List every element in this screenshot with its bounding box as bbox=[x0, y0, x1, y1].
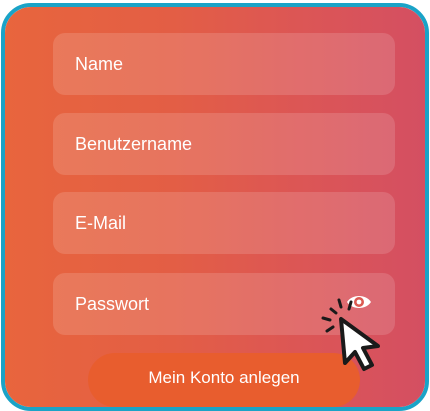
email-field[interactable]: E-Mail bbox=[53, 192, 395, 254]
eye-icon[interactable] bbox=[346, 292, 372, 312]
name-field-placeholder: Name bbox=[75, 53, 124, 74]
password-field-placeholder: Passwort bbox=[75, 293, 150, 314]
signup-card-frame: Name Benutzername E-Mail Passwort Mein K… bbox=[1, 3, 429, 411]
create-account-button[interactable]: Mein Konto anlegen bbox=[88, 353, 360, 407]
username-field[interactable]: Benutzername bbox=[53, 113, 395, 175]
username-field-placeholder: Benutzername bbox=[75, 133, 193, 154]
password-field[interactable]: Passwort bbox=[53, 273, 395, 335]
email-field-placeholder: E-Mail bbox=[75, 212, 127, 233]
signup-card: Name Benutzername E-Mail Passwort Mein K… bbox=[5, 7, 425, 407]
name-field[interactable]: Name bbox=[53, 33, 395, 95]
